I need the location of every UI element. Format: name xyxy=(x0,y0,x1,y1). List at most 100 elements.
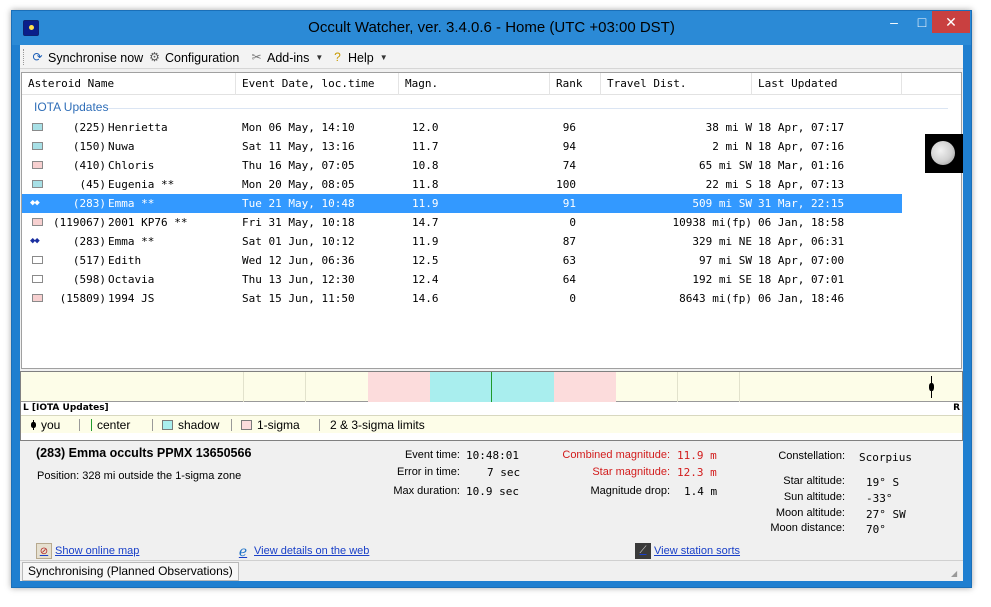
close-button[interactable]: ✕ xyxy=(932,11,970,33)
magnitude-drop-value: 1.4 m xyxy=(684,485,718,498)
moon-distance-label: Moon distance: xyxy=(770,522,845,534)
star-magnitude-value: 12.3 m xyxy=(677,466,717,479)
window-title: Occult Watcher, ver. 3.4.0.6 - Home (UTC… xyxy=(308,19,675,36)
cell-magnitude: 11.7 xyxy=(412,140,439,153)
cell-asteroid-number: (410) xyxy=(72,159,106,172)
column-magnitude[interactable]: Magn. xyxy=(399,73,550,95)
cell-travel-distance: 2 mi N xyxy=(712,140,752,153)
legend-sigma1-label: 1-sigma xyxy=(257,418,300,432)
chevron-down-icon: ▼ xyxy=(379,53,388,62)
table-row[interactable]: (410) Chloris Thu 16 May, 07:05 10.8 74 65 mi… xyxy=(22,156,902,175)
column-rank[interactable]: Rank xyxy=(550,73,601,95)
observer-icon xyxy=(31,420,36,430)
show-online-map-link[interactable]: ⊘ Show online map xyxy=(36,543,139,559)
sigma1-zone-right xyxy=(554,372,616,402)
table-row[interactable]: (150) Nuwa Sat 11 May, 13:16 11.7 94 2 mi N 18… xyxy=(22,137,902,156)
legend-separator xyxy=(152,419,153,431)
track-tick xyxy=(243,372,244,402)
minimize-button[interactable]: ‒ xyxy=(879,11,909,33)
cell-last-updated: 18 Apr, 07:13 xyxy=(758,178,845,191)
cell-rank: 87 xyxy=(562,235,576,248)
cell-travel-distance: 22 mi S xyxy=(705,178,752,191)
table-row[interactable]: ◆◆ (283) Emma ** Tue 21 May, 10:48 11.9 91 509… xyxy=(22,194,902,213)
sigma1-swatch xyxy=(241,420,252,430)
max-duration-value: 10.9 sec xyxy=(466,485,519,498)
cell-asteroid-number: (283) xyxy=(72,197,106,210)
configuration-button[interactable]: ⚙ Configuration xyxy=(147,49,239,66)
moon-distance-value: 70° xyxy=(866,523,886,536)
view-details-web-link[interactable]: ℯ View details on the web xyxy=(235,543,370,559)
group-iota-updates[interactable]: IOTA Updates xyxy=(34,100,108,114)
cell-rank: 64 xyxy=(562,273,576,286)
cell-asteroid-name: Octavia xyxy=(108,273,155,286)
synchronise-button[interactable]: ⟳ Synchronise now xyxy=(30,49,143,66)
toolbar-grip-icon[interactable] xyxy=(23,49,26,65)
resize-grip-icon[interactable]: ◢ xyxy=(951,569,961,579)
column-event-date[interactable]: Event Date, loc.time xyxy=(236,73,399,95)
main-window: Occult Watcher, ver. 3.4.0.6 - Home (UTC… xyxy=(11,10,972,588)
cell-asteroid-number: (45) xyxy=(79,178,107,191)
configuration-label: Configuration xyxy=(165,50,240,65)
column-travel-dist[interactable]: Travel Dist. xyxy=(601,73,752,95)
legend-you: you xyxy=(31,416,60,434)
events-list[interactable]: Asteroid Name Event Date, loc.time Magn.… xyxy=(21,72,962,369)
constellation-value: Scorpius xyxy=(859,451,912,464)
cell-last-updated: 18 Apr, 07:00 xyxy=(758,254,845,267)
cell-asteroid-name: Edith xyxy=(108,254,142,267)
cell-asteroid-number: (119067) xyxy=(53,216,106,229)
table-row[interactable]: (15809) 1994 JS Sat 15 Jun, 11:50 14.6 0 8643… xyxy=(22,289,902,308)
cell-rank: 91 xyxy=(562,197,576,210)
addins-label: Add-ins xyxy=(267,50,310,65)
cell-travel-distance: 329 mi NE xyxy=(692,235,752,248)
client-area: ⟳ Synchronise now ⚙ Configuration ✂ Add-… xyxy=(20,45,963,581)
combined-magnitude-label: Combined magnitude: xyxy=(562,449,670,461)
status-text: Synchronising (Planned Observations) xyxy=(22,562,239,581)
help-menu[interactable]: ? Help ▼ xyxy=(330,49,388,66)
cell-event-date: Fri 31 May, 10:18 xyxy=(242,216,355,229)
configuration-icon: ⚙ xyxy=(149,50,160,64)
cell-asteroid-name: 2001 KP76 ** xyxy=(108,216,188,229)
cell-event-date: Sat 11 May, 13:16 xyxy=(242,140,355,153)
sigma1-zone-left xyxy=(368,372,430,402)
legend-separator xyxy=(319,419,320,431)
cell-event-date: Mon 20 May, 08:05 xyxy=(242,178,355,191)
observer-position-icon xyxy=(929,376,934,398)
tools-icon: ✂ xyxy=(251,50,262,64)
cell-magnitude: 12.4 xyxy=(412,273,439,286)
cell-rank: 74 xyxy=(562,159,576,172)
cell-asteroid-name: Chloris xyxy=(108,159,155,172)
table-row[interactable]: (45) Eugenia ** Mon 20 May, 08:05 11.8 100 22… xyxy=(22,175,902,194)
table-row[interactable]: (517) Edith Wed 12 Jun, 06:36 12.5 63 97 mi S… xyxy=(22,251,902,270)
table-row[interactable]: ◆◆ (283) Emma ** Sat 01 Jun, 10:12 11.9 87 329… xyxy=(22,232,902,251)
cell-asteroid-name: Eugenia ** xyxy=(108,178,175,191)
shadow-swatch xyxy=(162,420,173,430)
event-details: (283) Emma occults PPMX 13650566 Positio… xyxy=(20,442,963,560)
cell-last-updated: 18 Apr, 07:01 xyxy=(758,273,845,286)
max-duration-label: Max duration: xyxy=(393,485,460,497)
moon-altitude-label: Moon altitude: xyxy=(775,507,845,519)
cell-last-updated: 18 Apr, 07:17 xyxy=(758,121,845,134)
legend-shadow: shadow xyxy=(162,416,219,434)
table-row[interactable]: (225) Henrietta Mon 06 May, 14:10 12.0 96 38 … xyxy=(22,118,902,137)
view-station-sorts-link[interactable]: ⟋ View station sorts xyxy=(635,543,740,559)
cell-event-date: Thu 16 May, 07:05 xyxy=(242,159,355,172)
cell-event-date: Wed 12 Jun, 06:36 xyxy=(242,254,355,267)
list-header: Asteroid Name Event Date, loc.time Magn.… xyxy=(22,73,961,95)
event-position: Position: 328 mi outside the 1-sigma zon… xyxy=(37,470,242,482)
cell-travel-distance: 97 mi SW xyxy=(699,254,752,267)
event-time-label: Event time: xyxy=(404,449,460,461)
cell-magnitude: 11.8 xyxy=(412,178,439,191)
sun-altitude-value: -33° xyxy=(866,492,893,505)
cell-last-updated: 18 Mar, 01:16 xyxy=(758,159,845,172)
track-tick xyxy=(677,372,678,402)
addins-menu[interactable]: ✂ Add-ins ▼ xyxy=(249,49,323,66)
title-bar[interactable]: Occult Watcher, ver. 3.4.0.6 - Home (UTC… xyxy=(12,11,971,45)
table-row[interactable]: (598) Octavia Thu 13 Jun, 12:30 12.4 64 192 m… xyxy=(22,270,902,289)
cell-magnitude: 11.9 xyxy=(412,197,439,210)
map-icon: ⊘ xyxy=(36,543,52,559)
column-last-updated[interactable]: Last Updated xyxy=(752,73,902,95)
path-track: L [IOTA Updates] R you center shadow 1-s… xyxy=(20,371,963,441)
legend-center-label: center xyxy=(97,418,131,432)
table-row[interactable]: (119067) 2001 KP76 ** Fri 31 May, 10:18 14.… xyxy=(22,213,902,232)
column-asteroid-name[interactable]: Asteroid Name xyxy=(22,73,236,95)
